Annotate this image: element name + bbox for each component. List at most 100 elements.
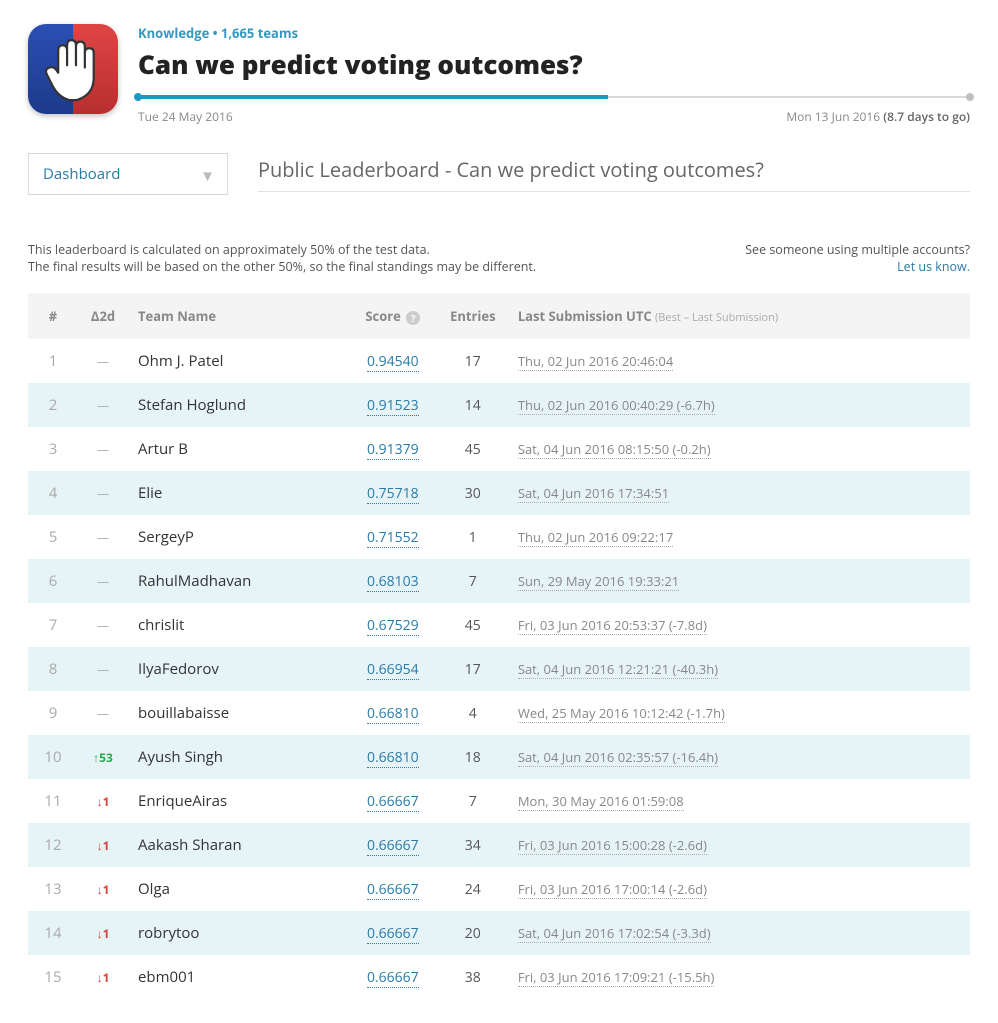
team-name-cell[interactable]: Ohm J. Patel <box>128 339 348 383</box>
arrow-down-icon: ↓1 <box>97 925 110 942</box>
team-name-cell[interactable]: EnriqueAiras <box>128 779 348 823</box>
last-submission-cell: Thu, 02 Jun 2016 20:46:04 <box>508 339 970 383</box>
table-row: 14↓1robrytoo0.6666720Sat, 04 Jun 2016 17… <box>28 911 970 955</box>
team-name-cell[interactable]: IlyaFedorov <box>128 647 348 691</box>
score-cell: 0.66810 <box>348 691 438 735</box>
calculation-note: This leaderboard is calculated on approx… <box>28 241 536 275</box>
leaderboard-table: # Δ2d Team Name Score ? Entries Last Sub… <box>28 293 970 999</box>
score-cell: 0.66667 <box>348 911 438 955</box>
entries-cell: 14 <box>438 383 508 427</box>
table-row: 13↓1Olga0.6666724Fri, 03 Jun 2016 17:00:… <box>28 867 970 911</box>
score-link[interactable]: 0.75718 <box>367 484 419 504</box>
rank-cell: 9 <box>28 691 78 735</box>
col-entries: Entries <box>438 293 508 339</box>
rank-cell: 1 <box>28 339 78 383</box>
score-cell: 0.91379 <box>348 427 438 471</box>
entries-cell: 7 <box>438 779 508 823</box>
score-cell: 0.66667 <box>348 867 438 911</box>
score-link[interactable]: 0.66667 <box>367 792 419 812</box>
last-submission-cell: Fri, 03 Jun 2016 20:53:37 (-7.8d) <box>508 603 970 647</box>
team-name-cell[interactable]: RahulMadhavan <box>128 559 348 603</box>
score-link[interactable]: 0.66667 <box>367 924 419 944</box>
delta-cell: — <box>78 471 128 515</box>
score-link[interactable]: 0.91523 <box>367 396 419 416</box>
score-link[interactable]: 0.66810 <box>367 704 419 724</box>
multi-account-note: See someone using multiple accounts? <box>745 241 970 258</box>
col-last: Last Submission UTC (Best – Last Submiss… <box>508 293 970 339</box>
chevron-down-icon: ▼ <box>200 166 215 186</box>
table-row: 5—SergeyP0.715521Thu, 02 Jun 2016 09:22:… <box>28 515 970 559</box>
dropdown-label: Dashboard <box>43 164 120 184</box>
team-name-cell[interactable]: Ayush Singh <box>128 735 348 779</box>
table-row: 11↓1EnriqueAiras0.666677Mon, 30 May 2016… <box>28 779 970 823</box>
entries-cell: 30 <box>438 471 508 515</box>
last-submission-cell: Wed, 25 May 2016 10:12:42 (-1.7h) <box>508 691 970 735</box>
start-date: Tue 24 May 2016 <box>138 108 233 125</box>
arrow-down-icon: ↓1 <box>97 793 110 810</box>
score-cell: 0.75718 <box>348 471 438 515</box>
col-team: Team Name <box>128 293 348 339</box>
section-title: Public Leaderboard - Can we predict voti… <box>258 156 970 192</box>
entries-cell: 17 <box>438 647 508 691</box>
team-name-cell[interactable]: robrytoo <box>128 911 348 955</box>
table-row: 12↓1Aakash Sharan0.6666734Fri, 03 Jun 20… <box>28 823 970 867</box>
score-link[interactable]: 0.66810 <box>367 748 419 768</box>
rank-cell: 2 <box>28 383 78 427</box>
score-cell: 0.66667 <box>348 955 438 999</box>
breadcrumb[interactable]: Knowledge • 1,665 teams <box>138 24 970 42</box>
team-name-cell[interactable]: ebm001 <box>128 955 348 999</box>
help-icon[interactable]: ? <box>406 311 420 325</box>
let-us-know-link[interactable]: Let us know. <box>897 258 970 275</box>
last-submission-cell: Fri, 03 Jun 2016 15:00:28 (-2.6d) <box>508 823 970 867</box>
rank-cell: 15 <box>28 955 78 999</box>
score-link[interactable]: 0.66667 <box>367 836 419 856</box>
team-name-cell[interactable]: Elie <box>128 471 348 515</box>
delta-cell: ↓1 <box>78 867 128 911</box>
entries-cell: 38 <box>438 955 508 999</box>
rank-cell: 5 <box>28 515 78 559</box>
team-name-cell[interactable]: Aakash Sharan <box>128 823 348 867</box>
score-link[interactable]: 0.66954 <box>367 660 419 680</box>
delta-cell: ↓1 <box>78 823 128 867</box>
score-cell: 0.94540 <box>348 339 438 383</box>
team-name-cell[interactable]: SergeyP <box>128 515 348 559</box>
score-cell: 0.66810 <box>348 735 438 779</box>
team-name-cell[interactable]: Olga <box>128 867 348 911</box>
team-name-cell[interactable]: Stefan Hoglund <box>128 383 348 427</box>
col-rank: # <box>28 293 78 339</box>
section-dropdown[interactable]: Dashboard ▼ <box>28 153 228 195</box>
last-submission-cell: Thu, 02 Jun 2016 09:22:17 <box>508 515 970 559</box>
entries-cell: 4 <box>438 691 508 735</box>
col-score: Score ? <box>348 293 438 339</box>
score-link[interactable]: 0.66667 <box>367 968 419 988</box>
team-name-cell[interactable]: Artur B <box>128 427 348 471</box>
score-cell: 0.66667 <box>348 823 438 867</box>
entries-cell: 24 <box>438 867 508 911</box>
entries-cell: 17 <box>438 339 508 383</box>
arrow-up-icon: ↑53 <box>93 749 113 766</box>
delta-cell: — <box>78 691 128 735</box>
score-link[interactable]: 0.91379 <box>367 440 419 460</box>
last-submission-cell: Sun, 29 May 2016 19:33:21 <box>508 559 970 603</box>
team-name-cell[interactable]: chrislit <box>128 603 348 647</box>
score-link[interactable]: 0.68103 <box>367 572 419 592</box>
arrow-down-icon: ↓1 <box>97 837 110 854</box>
score-link[interactable]: 0.71552 <box>367 528 419 548</box>
last-submission-cell: Fri, 03 Jun 2016 17:00:14 (-2.6d) <box>508 867 970 911</box>
team-name-cell[interactable]: bouillabaisse <box>128 691 348 735</box>
arrow-down-icon: ↓1 <box>97 969 110 986</box>
rank-cell: 3 <box>28 427 78 471</box>
last-submission-cell: Sat, 04 Jun 2016 12:21:21 (-40.3h) <box>508 647 970 691</box>
table-row: 4—Elie0.7571830Sat, 04 Jun 2016 17:34:51 <box>28 471 970 515</box>
delta-cell: — <box>78 515 128 559</box>
entries-cell: 7 <box>438 559 508 603</box>
table-row: 15↓1ebm0010.6666738Fri, 03 Jun 2016 17:0… <box>28 955 970 999</box>
score-cell: 0.68103 <box>348 559 438 603</box>
score-cell: 0.66667 <box>348 779 438 823</box>
score-link[interactable]: 0.66667 <box>367 880 419 900</box>
entries-cell: 45 <box>438 427 508 471</box>
delta-cell: — <box>78 647 128 691</box>
score-link[interactable]: 0.94540 <box>367 352 419 372</box>
hand-icon <box>36 32 110 106</box>
score-link[interactable]: 0.67529 <box>367 616 419 636</box>
